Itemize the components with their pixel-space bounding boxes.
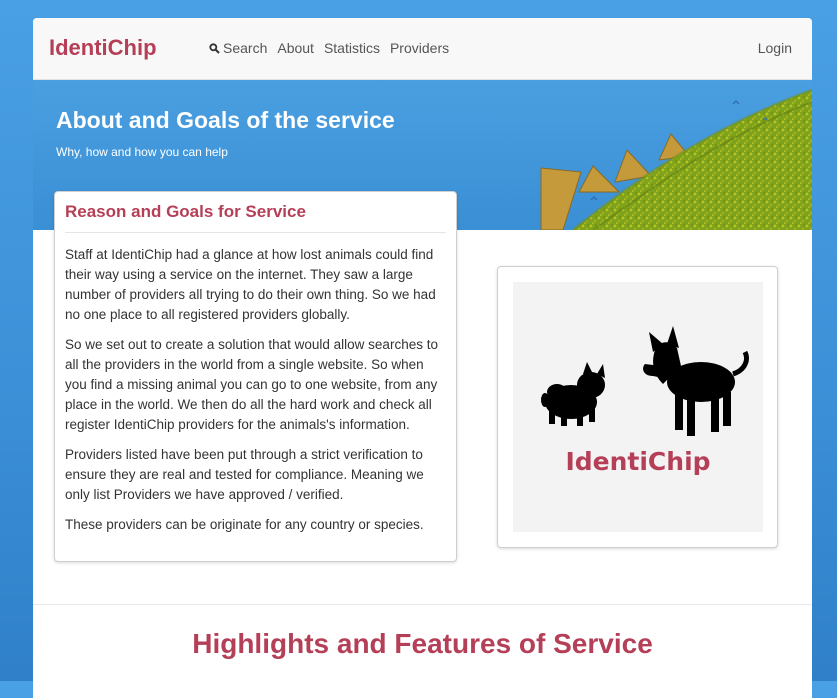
logo-text: IdentiChip [565, 447, 711, 476]
reason-panel-title: Reason and Goals for Service [65, 202, 446, 233]
hero-title: About and Goals of the service [56, 107, 395, 133]
nav-search-label: Search [223, 40, 268, 56]
reason-paragraph: Staff at IdentiChip had a glance at how … [65, 247, 436, 322]
hero-subtitle: Why, how and how you can help [56, 145, 228, 159]
identichip-logo-image: IdentiChip [513, 282, 763, 532]
login-link[interactable]: Login [758, 40, 792, 56]
nav-about-link[interactable]: About [277, 40, 314, 56]
reason-paragraph: Providers listed have been put through a… [65, 447, 424, 502]
nav-statistics-link[interactable]: Statistics [324, 40, 380, 56]
reason-paragraph: These providers can be originate for any… [65, 517, 424, 532]
nav-links: Search About Statistics Providers [209, 40, 449, 56]
hero-hill-illustration [540, 88, 812, 230]
highlights-title: Highlights and Features of Service [192, 628, 653, 659]
reason-paragraph: So we set out to create a solution that … [65, 337, 438, 432]
page-container: IdentiChip Search About Statistics Provi… [33, 18, 812, 698]
brand-logo-link[interactable]: IdentiChip [49, 35, 157, 61]
nav-search-link[interactable]: Search [209, 40, 267, 56]
navbar: IdentiChip Search About Statistics Provi… [33, 18, 812, 80]
section-divider [33, 604, 812, 605]
logo-card: IdentiChip [497, 266, 778, 548]
nav-providers-link[interactable]: Providers [390, 40, 449, 56]
reason-goals-panel: Reason and Goals for Service Staff at Id… [54, 191, 457, 562]
dogs-silhouette-icon [541, 326, 749, 436]
search-icon [209, 42, 220, 54]
